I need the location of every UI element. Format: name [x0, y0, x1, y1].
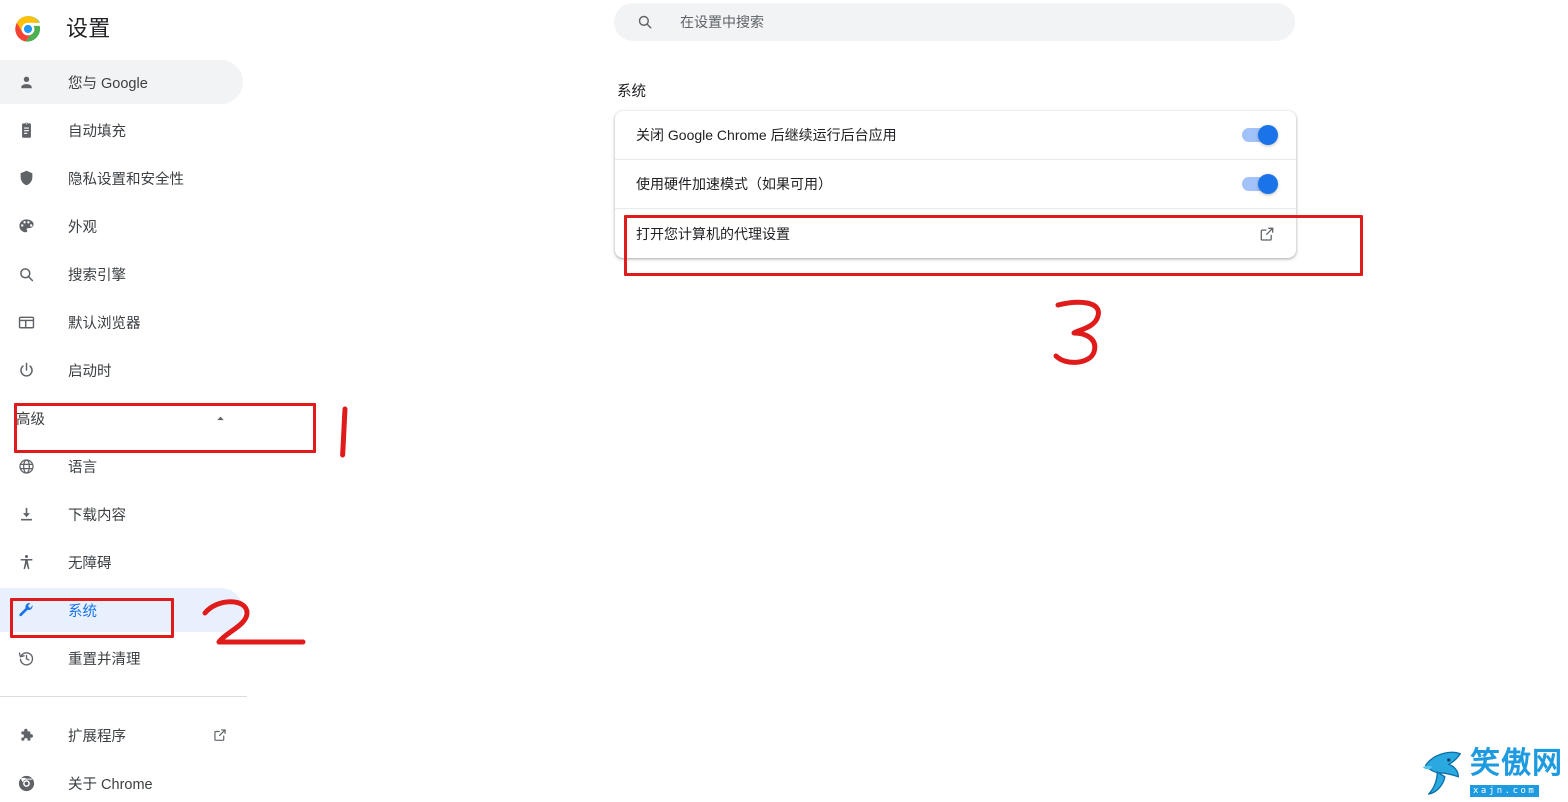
sidebar-item-search-engine[interactable]: 搜索引擎	[0, 250, 300, 298]
setting-row-proxy-settings[interactable]: 打开您计算机的代理设置	[615, 209, 1296, 258]
chevron-up-icon[interactable]	[213, 411, 227, 425]
clipboard-icon	[16, 120, 36, 140]
sidebar-item-label: 搜索引擎	[68, 267, 126, 284]
watermark-subtitle: xajn.com	[1470, 785, 1540, 797]
setting-row-background-apps[interactable]: 关闭 Google Chrome 后继续运行后台应用	[615, 111, 1296, 160]
sidebar-item-about-chrome[interactable]: 关于 Chrome	[0, 759, 300, 802]
person-icon	[16, 72, 36, 92]
main-content: 系统 关闭 Google Chrome 后继续运行后台应用 使用硬件加速模式（如…	[300, 0, 1568, 802]
external-link-icon[interactable]	[1258, 225, 1276, 243]
sidebar-item-appearance[interactable]: 外观	[0, 202, 300, 250]
hardware-acceleration-toggle[interactable]	[1242, 174, 1278, 194]
history-restore-icon	[16, 648, 36, 668]
sidebar-item-highlight	[0, 444, 243, 488]
search-icon	[16, 264, 36, 284]
section-title: 系统	[617, 84, 646, 100]
sidebar-item-label: 扩展程序	[68, 728, 126, 745]
sidebar-item-label: 隐私设置和安全性	[68, 171, 184, 188]
shield-icon	[16, 168, 36, 188]
setting-row-hardware-acceleration[interactable]: 使用硬件加速模式（如果可用）	[615, 160, 1296, 209]
puzzle-icon	[16, 725, 36, 745]
external-link-icon[interactable]	[212, 727, 228, 743]
sidebar-item-highlight	[0, 348, 243, 392]
sidebar-item-label: 外观	[68, 219, 97, 236]
palette-icon	[16, 216, 36, 236]
sidebar-item-default-browser[interactable]: 默认浏览器	[0, 298, 300, 346]
setting-label: 使用硬件加速模式（如果可用）	[636, 176, 832, 192]
sidebar-advanced-label: 高级	[16, 411, 45, 428]
accessibility-icon	[16, 552, 36, 572]
search-icon	[636, 13, 654, 31]
sidebar-item-label: 语言	[68, 459, 97, 476]
settings-page: 设置 您与 Google 自动填充 隐私设置和安全性 外观 搜索引擎 默认浏览器…	[0, 0, 1568, 802]
sidebar-item-label: 系统	[68, 603, 97, 620]
sidebar-item-highlight	[0, 204, 243, 248]
site-watermark: 笑傲网 xajn.com	[1420, 736, 1568, 798]
shark-logo-icon	[1420, 746, 1466, 798]
search-bar[interactable]	[614, 3, 1295, 41]
browser-window-icon	[16, 312, 36, 332]
sidebar-item-you-and-google[interactable]: 您与 Google	[0, 58, 300, 106]
sidebar-nav: 您与 Google 自动填充 隐私设置和安全性 外观 搜索引擎 默认浏览器 启动…	[0, 58, 300, 802]
sidebar-divider	[0, 696, 247, 697]
wrench-icon	[16, 600, 36, 620]
power-icon	[16, 360, 36, 380]
sidebar-advanced-expander[interactable]: 高级	[0, 394, 300, 442]
sidebar-item-privacy-and-security[interactable]: 隐私设置和安全性	[0, 154, 300, 202]
sidebar-item-highlight	[0, 588, 243, 632]
chrome-logo-icon	[16, 773, 36, 793]
sidebar-item-label: 关于 Chrome	[68, 776, 153, 793]
sidebar-item-label: 下载内容	[68, 507, 126, 524]
sidebar-item-reset-and-cleanup[interactable]: 重置并清理	[0, 634, 300, 682]
setting-label: 打开您计算机的代理设置	[636, 225, 790, 242]
sidebar-item-autofill[interactable]: 自动填充	[0, 106, 300, 154]
setting-label: 关闭 Google Chrome 后继续运行后台应用	[636, 127, 897, 143]
sidebar-item-system[interactable]: 系统	[0, 586, 300, 634]
sidebar-item-label: 自动填充	[68, 123, 126, 140]
sidebar-item-label: 默认浏览器	[68, 315, 141, 332]
sidebar-item-downloads[interactable]: 下载内容	[0, 490, 300, 538]
globe-icon	[16, 456, 36, 476]
background-apps-toggle[interactable]	[1242, 125, 1278, 145]
sidebar-item-languages[interactable]: 语言	[0, 442, 300, 490]
chrome-logo-icon	[14, 15, 42, 43]
watermark-title: 笑傲网	[1470, 746, 1563, 781]
search-input[interactable]	[680, 14, 1240, 30]
toggle-knob	[1258, 174, 1278, 194]
brand-header: 设置	[0, 0, 300, 58]
sidebar-item-label: 无障碍	[68, 555, 112, 572]
sidebar-item-label: 重置并清理	[68, 651, 141, 668]
system-settings-card: 关闭 Google Chrome 后继续运行后台应用 使用硬件加速模式（如果可用…	[615, 111, 1296, 258]
page-title: 设置	[66, 16, 111, 41]
sidebar-item-extensions[interactable]: 扩展程序	[0, 711, 300, 759]
sidebar-item-label: 您与 Google	[68, 75, 148, 92]
toggle-knob	[1258, 125, 1278, 145]
sidebar-item-accessibility[interactable]: 无障碍	[0, 538, 300, 586]
sidebar: 设置 您与 Google 自动填充 隐私设置和安全性 外观 搜索引擎 默认浏览器…	[0, 0, 300, 802]
sidebar-item-highlight	[0, 540, 243, 584]
sidebar-item-label: 启动时	[68, 363, 112, 380]
sidebar-item-on-startup[interactable]: 启动时	[0, 346, 300, 394]
download-icon	[16, 504, 36, 524]
